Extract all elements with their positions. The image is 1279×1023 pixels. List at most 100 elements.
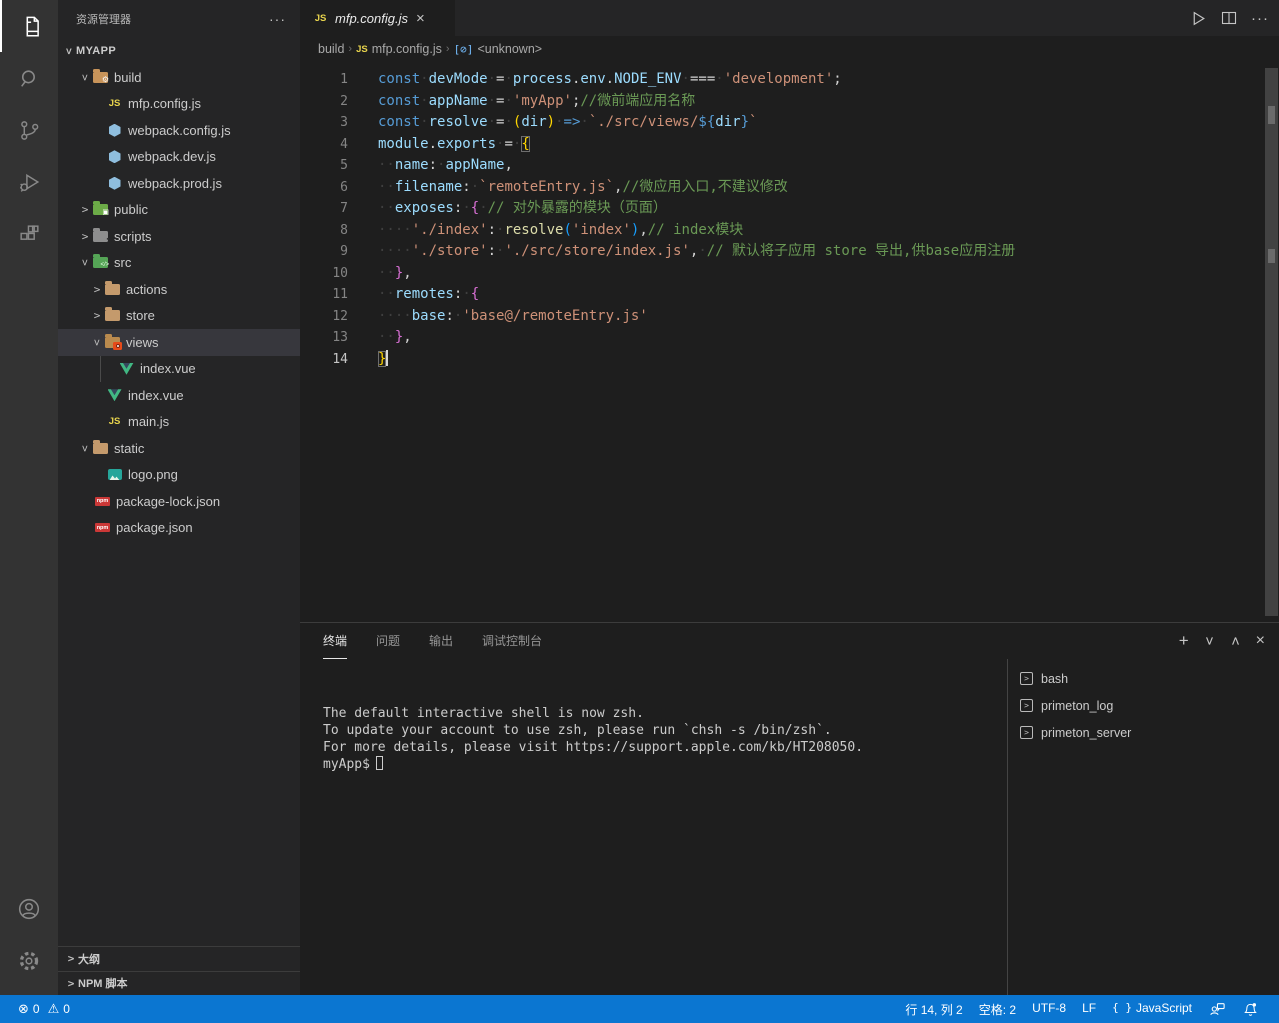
search-icon[interactable]: [0, 52, 58, 104]
panel-tab-输出[interactable]: 输出: [429, 623, 453, 659]
close-panel-icon[interactable]: ×: [1256, 632, 1265, 650]
new-terminal-icon[interactable]: +: [1179, 631, 1189, 651]
tree-item-package-json[interactable]: npmpackage.json: [58, 515, 300, 542]
terminal-prompt-line: myApp$: [323, 756, 1007, 773]
code-line-9[interactable]: 9····'./store':·'./src/store/index.js',·…: [300, 241, 1279, 263]
webpack-icon: [106, 122, 123, 139]
tree-item-webpack-prod-js[interactable]: webpack.prod.js: [58, 170, 300, 197]
extensions-icon[interactable]: [0, 208, 58, 260]
terminal-output[interactable]: The default interactive shell is now zsh…: [300, 659, 1007, 995]
tree-item-label: public: [114, 202, 148, 217]
tree-item-src[interactable]: ></>src: [58, 250, 300, 277]
line-number: 3: [300, 112, 348, 134]
settings-icon[interactable]: [0, 935, 58, 987]
code-line-11[interactable]: 11··remotes:·{: [300, 284, 1279, 306]
tree-item-index-vue[interactable]: index.vue: [58, 382, 300, 409]
code-line-5[interactable]: 5··name:·appName,: [300, 155, 1279, 177]
code-line-6[interactable]: 6··filename:·`remoteEntry.js`,//微应用入口,不建…: [300, 177, 1279, 199]
source-control-icon[interactable]: [0, 104, 58, 156]
chevron-down-icon[interactable]: >: [1201, 634, 1217, 648]
breadcrumb-symbol[interactable]: [⊘] <unknown>: [454, 42, 543, 56]
tree-item-build[interactable]: >⚙build: [58, 64, 300, 91]
code-line-8[interactable]: 8····'./index':·resolve('index'),// inde…: [300, 220, 1279, 242]
tab-mfp-config-js[interactable]: JS mfp.config.js ×: [300, 0, 455, 36]
more-actions-icon[interactable]: ···: [269, 11, 286, 27]
chevron-down-icon: >: [79, 70, 92, 84]
tree-item-label: scripts: [114, 229, 152, 244]
terminal-label: primeton_log: [1041, 699, 1113, 713]
tree-item-logo-png[interactable]: logo.png: [58, 462, 300, 489]
terminal-item-primeton_log[interactable]: > primeton_log: [1020, 692, 1279, 719]
panel-tab-问题[interactable]: 问题: [376, 623, 400, 659]
split-editor-icon[interactable]: [1221, 10, 1237, 26]
tree-item-static[interactable]: >static: [58, 435, 300, 462]
terminal-line: The default interactive shell is now zsh…: [323, 705, 1007, 722]
chevron-right-icon: >: [90, 283, 104, 296]
tree-item-label: actions: [126, 282, 167, 297]
terminal-item-primeton_server[interactable]: > primeton_server: [1020, 719, 1279, 746]
js-icon: JS: [106, 413, 123, 430]
code-line-7[interactable]: 7··exposes:·{·// 对外暴露的模块（页面）: [300, 198, 1279, 220]
tree-item-package-lock-json[interactable]: npmpackage-lock.json: [58, 488, 300, 515]
terminal-icon: >: [1020, 726, 1033, 739]
tree-item-actions[interactable]: > actions: [58, 276, 300, 303]
problems-indicator[interactable]: ⊗ 0 ⚠ 0: [10, 1001, 78, 1017]
status-cursor-position[interactable]: 行 14, 列 2: [897, 1001, 970, 1018]
tree-item-webpack-dev-js[interactable]: webpack.dev.js: [58, 144, 300, 171]
tree-root-myapp[interactable]: > MYAPP: [58, 38, 300, 64]
tree-item-index-vue[interactable]: index.vue: [58, 356, 300, 383]
line-number: 6: [300, 177, 348, 199]
section-npm-scripts[interactable]: >NPM 脚本: [58, 971, 300, 996]
status-bar-right: 行 14, 列 2空格: 2UTF-8LF{ }JavaScript: [897, 1001, 1271, 1018]
run-debug-icon[interactable]: [0, 156, 58, 208]
sidebar-header: 资源管理器 ···: [58, 0, 300, 38]
tree-item-scripts[interactable]: >▪scripts: [58, 223, 300, 250]
tree-item-main-js[interactable]: JSmain.js: [58, 409, 300, 436]
terminal-icon: >: [1020, 699, 1033, 712]
tree-item-store[interactable]: >store: [58, 303, 300, 330]
status-indentation[interactable]: 空格: 2: [971, 1001, 1024, 1018]
explorer-sidebar: 资源管理器 ··· > MYAPP >⚙buildJSmfp.config.js…: [58, 0, 300, 995]
error-count: 0: [33, 1002, 40, 1016]
terminal-label: primeton_server: [1041, 726, 1131, 740]
maximize-panel-icon[interactable]: >: [1228, 634, 1244, 648]
terminal-prompt: myApp$: [323, 757, 370, 772]
code-line-3[interactable]: 3const·resolve·=·(dir)·=>·`./src/views/$…: [300, 112, 1279, 134]
chevron-right-icon: >: [90, 309, 104, 322]
breadcrumb-file[interactable]: JS mfp.config.js: [356, 42, 442, 56]
panel-tab-终端[interactable]: 终端: [323, 623, 347, 659]
section-outline[interactable]: >大纲: [58, 946, 300, 971]
close-tab-icon[interactable]: ×: [416, 10, 425, 27]
status-encoding[interactable]: UTF-8: [1024, 1001, 1074, 1015]
code-line-14[interactable]: 14}: [300, 349, 1279, 371]
chevron-right-icon: >: [64, 977, 78, 990]
folder-icon: [92, 440, 109, 457]
terminal-item-bash[interactable]: >bash: [1020, 665, 1279, 692]
code-line-1[interactable]: 1const·devMode·=·process.env.NODE_ENV·==…: [300, 69, 1279, 91]
panel-tab-调试控制台[interactable]: 调试控制台: [482, 623, 542, 659]
run-icon[interactable]: [1190, 10, 1207, 27]
terminal-list: >bash > primeton_log > primeton_server: [1007, 659, 1279, 995]
code-editor[interactable]: 1const·devMode·=·process.env.NODE_ENV·==…: [300, 62, 1279, 622]
scrollbar-thumb[interactable]: [1265, 68, 1278, 616]
tree-item-mfp-config-js[interactable]: JSmfp.config.js: [58, 91, 300, 118]
account-icon[interactable]: [0, 883, 58, 935]
code-line-2[interactable]: 2const·appName·=·'myApp';//微前端应用名称: [300, 91, 1279, 113]
status-notifications[interactable]: [1234, 1001, 1267, 1018]
sidebar-title: 资源管理器: [76, 11, 131, 27]
status-eol[interactable]: LF: [1074, 1001, 1104, 1015]
code-line-10[interactable]: 10··},: [300, 263, 1279, 285]
status-language[interactable]: { }JavaScript: [1104, 1001, 1200, 1015]
more-actions-icon[interactable]: ···: [1251, 10, 1269, 27]
feedback-icon: [1208, 1001, 1226, 1017]
explorer-icon[interactable]: [0, 0, 58, 52]
tree-item-public[interactable]: >▣public: [58, 197, 300, 224]
code-line-12[interactable]: 12····base:·'base@/remoteEntry.js': [300, 306, 1279, 328]
tree-item-views[interactable]: >views: [58, 329, 300, 356]
status-feedback[interactable]: [1200, 1001, 1234, 1017]
breadcrumb-folder[interactable]: build: [318, 42, 344, 56]
code-line-4[interactable]: 4module.exports·=·{: [300, 134, 1279, 156]
tree-item-webpack-config-js[interactable]: webpack.config.js: [58, 117, 300, 144]
tab-bar: JS mfp.config.js × ···: [300, 0, 1279, 36]
code-line-13[interactable]: 13··},: [300, 327, 1279, 349]
